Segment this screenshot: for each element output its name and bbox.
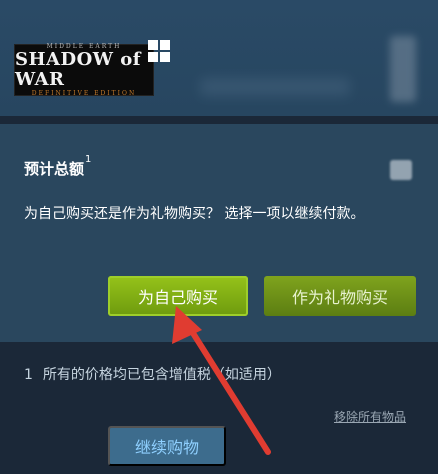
buy-for-myself-button[interactable]: 为自己购买 (108, 276, 248, 316)
remove-all-items-link[interactable]: 移除所有物品 (334, 408, 406, 425)
cart-item-card: MIDDLE EARTH SHADOW of WAR DEFINITIVE ED… (0, 0, 438, 116)
blurred-item-details (200, 78, 350, 96)
blurred-price-area (390, 36, 416, 102)
windows-icon (148, 40, 170, 62)
footnote-text: 所有的价格均已包含增值税（如适用） (42, 367, 281, 383)
game-capsule-image[interactable]: MIDDLE EARTH SHADOW of WAR DEFINITIVE ED… (14, 43, 154, 97)
buy-as-gift-button[interactable]: 作为礼物购买 (264, 276, 416, 316)
continue-shopping-button[interactable]: 继续购物 (108, 426, 226, 466)
tax-footnote: 1 所有的价格均已包含增值税（如适用） (24, 364, 281, 384)
blurred-total-value (390, 160, 412, 180)
capsule-subtitle-text: DEFINITIVE EDITION (31, 90, 137, 97)
purchase-summary-panel: 预计总额1 为自己购买还是作为礼物购买？ 选择一项以继续付款。 为自己购买 作为… (0, 124, 438, 342)
estimated-total-text: 预计总额 (24, 160, 85, 178)
footnote-number: 1 (24, 367, 33, 383)
estimated-total-label: 预计总额1 (24, 154, 91, 179)
footnote-marker: 1 (85, 154, 92, 165)
purchase-type-prompt: 为自己购买还是作为礼物购买？ 选择一项以继续付款。 (24, 206, 365, 222)
capsule-title-text: SHADOW of WAR (15, 49, 141, 90)
